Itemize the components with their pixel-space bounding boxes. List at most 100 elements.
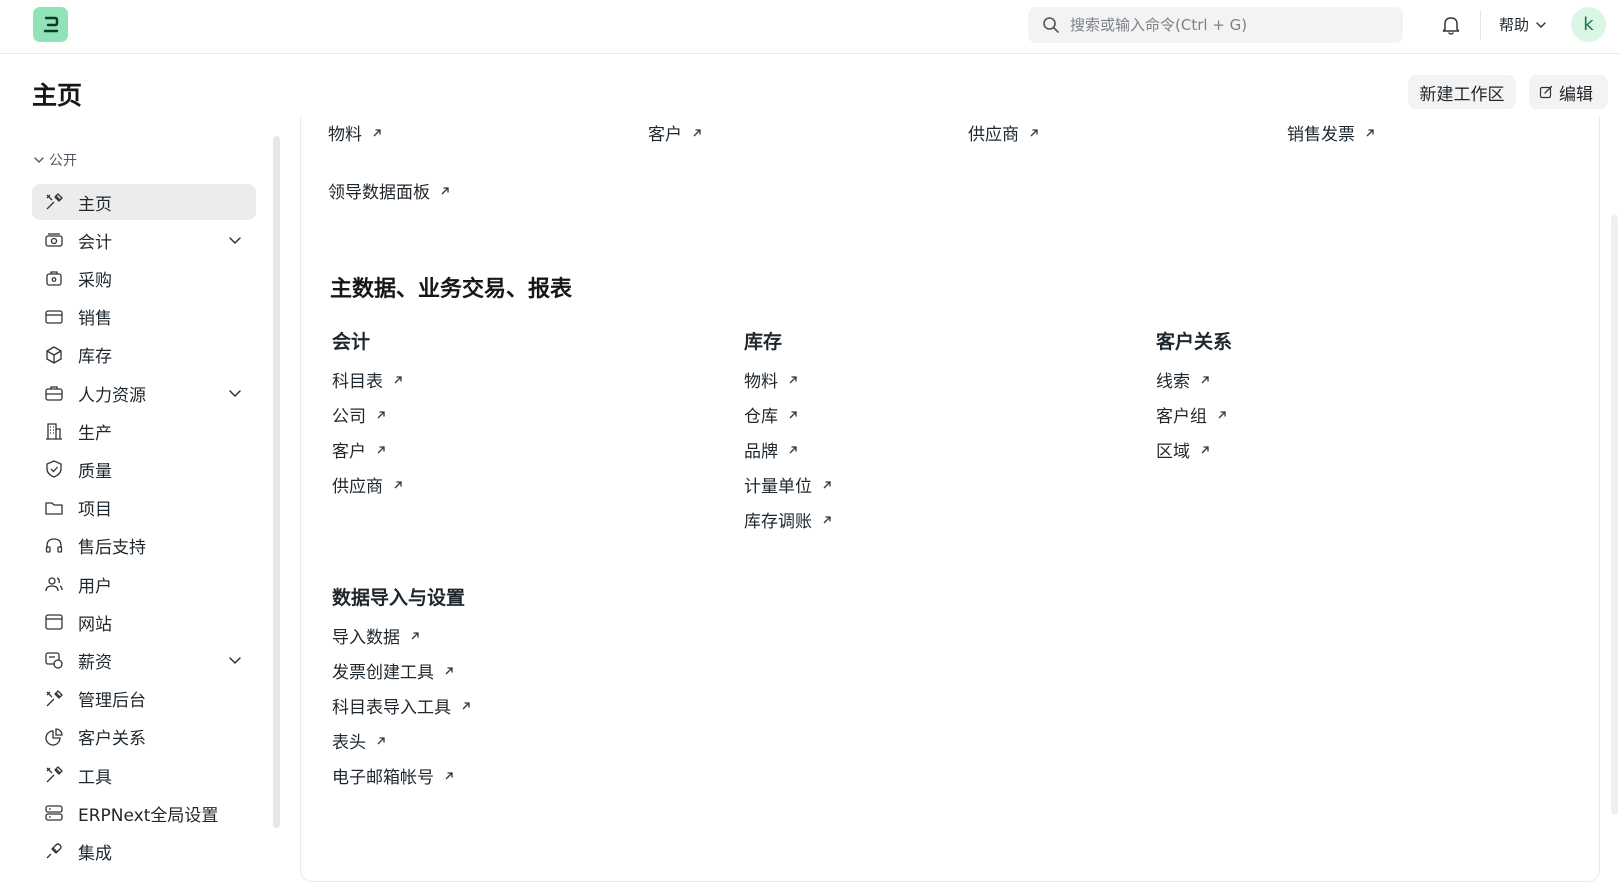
- folder-icon: [43, 497, 65, 519]
- shortcut-item[interactable]: 供应商: [968, 120, 1039, 145]
- card-link-label: 供应商: [332, 477, 383, 497]
- search-icon: [1043, 17, 1059, 33]
- app-logo[interactable]: [33, 7, 68, 42]
- card-link[interactable]: 计量单位: [744, 472, 832, 497]
- card-link[interactable]: 品牌: [744, 437, 798, 462]
- arrow-up-right-icon: [393, 480, 403, 490]
- sidebar-section-public[interactable]: 公开: [33, 150, 77, 170]
- card-title: 库存: [744, 331, 783, 353]
- card-link[interactable]: 导入数据: [332, 623, 420, 648]
- avatar-letter: k: [1583, 14, 1594, 35]
- shortcut-item[interactable]: 销售发票: [1287, 120, 1375, 145]
- arrow-up-right-icon: [788, 375, 798, 385]
- sidebar-item-15[interactable]: 工具: [32, 757, 256, 793]
- sidebar-item-5[interactable]: 人力资源: [32, 375, 256, 411]
- sidebar-item-10[interactable]: 用户: [32, 566, 256, 602]
- sidebar-item-14[interactable]: 客户关系: [32, 719, 256, 755]
- card-link[interactable]: 线索: [1156, 367, 1210, 392]
- card-link-label: 表头: [332, 733, 366, 753]
- sidebar-item-1[interactable]: 会计: [32, 222, 256, 258]
- card-link[interactable]: 仓库: [744, 402, 798, 427]
- card-link-label: 区域: [1156, 442, 1190, 462]
- card-link-label: 物料: [744, 372, 778, 392]
- pie-icon: [43, 726, 65, 748]
- card-link[interactable]: 客户: [332, 437, 386, 462]
- card-link[interactable]: 客户组: [1156, 402, 1227, 427]
- help-dropdown[interactable]: 帮助: [1499, 14, 1547, 35]
- search-input[interactable]: [1070, 16, 1390, 34]
- new-workspace-button[interactable]: 新建工作区: [1408, 75, 1516, 109]
- headset-icon: [43, 535, 65, 557]
- plug-icon: [43, 840, 65, 862]
- chevron-down-icon[interactable]: [228, 385, 242, 404]
- payroll-icon: [43, 649, 65, 671]
- sidebar-item-16[interactable]: ERPNext全局设置: [32, 795, 256, 831]
- notification-bell[interactable]: [1440, 14, 1462, 40]
- shortcut-item[interactable]: 领导数据面板: [328, 178, 450, 203]
- sidebar-item-13[interactable]: 管理后台: [32, 681, 256, 717]
- sidebar-item-label: 库存: [78, 347, 112, 368]
- arrow-up-right-icon: [822, 515, 832, 525]
- tools-icon: [43, 764, 65, 786]
- sidebar-item-label: 采购: [78, 270, 112, 291]
- navbar: 帮助 k: [0, 0, 1620, 54]
- shortcut-item[interactable]: 物料: [328, 120, 382, 145]
- sidebar-scrollbar[interactable]: [273, 136, 280, 828]
- navbar-divider: [1480, 10, 1481, 40]
- sidebar-item-4[interactable]: 库存: [32, 337, 256, 373]
- card-link-label: 计量单位: [744, 477, 812, 497]
- sidebar-item-9[interactable]: 售后支持: [32, 528, 256, 564]
- card-link-label: 科目表: [332, 372, 383, 392]
- card-link[interactable]: 公司: [332, 402, 386, 427]
- card-link[interactable]: 物料: [744, 367, 798, 392]
- sidebar-item-17[interactable]: 集成: [32, 833, 256, 869]
- search-bar[interactable]: [1028, 7, 1403, 43]
- chevron-down-icon[interactable]: [228, 232, 242, 251]
- sidebar-item-0[interactable]: 主页: [32, 184, 256, 220]
- sidebar-item-3[interactable]: 销售: [32, 299, 256, 335]
- sidebar-item-6[interactable]: 生产: [32, 413, 256, 449]
- tools-icon: [43, 191, 65, 213]
- edit-label: 编辑: [1559, 84, 1593, 105]
- arrow-up-right-icon: [444, 771, 454, 781]
- cards-section-heading: 主数据、业务交易、报表: [330, 277, 573, 302]
- shortcut-label: 供应商: [968, 125, 1019, 145]
- help-label: 帮助: [1499, 16, 1530, 34]
- arrow-up-right-icon: [410, 631, 420, 641]
- card-link[interactable]: 区域: [1156, 437, 1210, 462]
- edit-button[interactable]: 编辑: [1529, 75, 1608, 109]
- shortcut-label: 物料: [328, 125, 362, 145]
- sidebar: 公开 主页 会计 采购 销售 库存 人力资源 生产 质量 项目 售后支持 用户 …: [0, 136, 272, 890]
- card-link[interactable]: 电子邮箱帐号: [332, 763, 454, 788]
- card-link[interactable]: 供应商: [332, 472, 403, 497]
- card-link-label: 仓库: [744, 407, 778, 427]
- sidebar-item-label: 售后支持: [78, 538, 146, 559]
- card-link[interactable]: 库存调账: [744, 507, 832, 532]
- logo-icon: [43, 16, 58, 32]
- page-scrollbar[interactable]: [1611, 215, 1618, 815]
- card-link[interactable]: 科目表导入工具: [332, 693, 471, 718]
- sidebar-item-8[interactable]: 项目: [32, 490, 256, 526]
- workspace-card: 物料 客户 供应商 销售发票 领导数据面板 主数据、业务交易、报表 会计 科目表…: [300, 116, 1600, 882]
- sidebar-item-2[interactable]: 采购: [32, 260, 256, 296]
- sidebar-item-label: 会计: [78, 232, 112, 253]
- card-link-label: 电子邮箱帐号: [332, 768, 434, 788]
- sidebar-item-12[interactable]: 薪资: [32, 642, 256, 678]
- card-link-label: 科目表导入工具: [332, 698, 451, 718]
- sidebar-item-11[interactable]: 网站: [32, 604, 256, 640]
- arrow-up-right-icon: [788, 445, 798, 455]
- sidebar-item-7[interactable]: 质量: [32, 451, 256, 487]
- box-icon: [43, 344, 65, 366]
- edit-icon: [1539, 85, 1553, 99]
- arrow-up-right-icon: [376, 736, 386, 746]
- avatar[interactable]: k: [1571, 7, 1606, 42]
- chevron-down-icon[interactable]: [228, 652, 242, 671]
- shortcut-item[interactable]: 客户: [648, 120, 702, 145]
- card-title: 数据导入与设置: [332, 587, 466, 609]
- card-link[interactable]: 发票创建工具: [332, 658, 454, 683]
- arrow-up-right-icon: [692, 128, 702, 138]
- chevron-down-icon: [34, 157, 44, 163]
- bell-icon: [1442, 17, 1460, 35]
- card-link[interactable]: 表头: [332, 728, 386, 753]
- card-link[interactable]: 科目表: [332, 367, 403, 392]
